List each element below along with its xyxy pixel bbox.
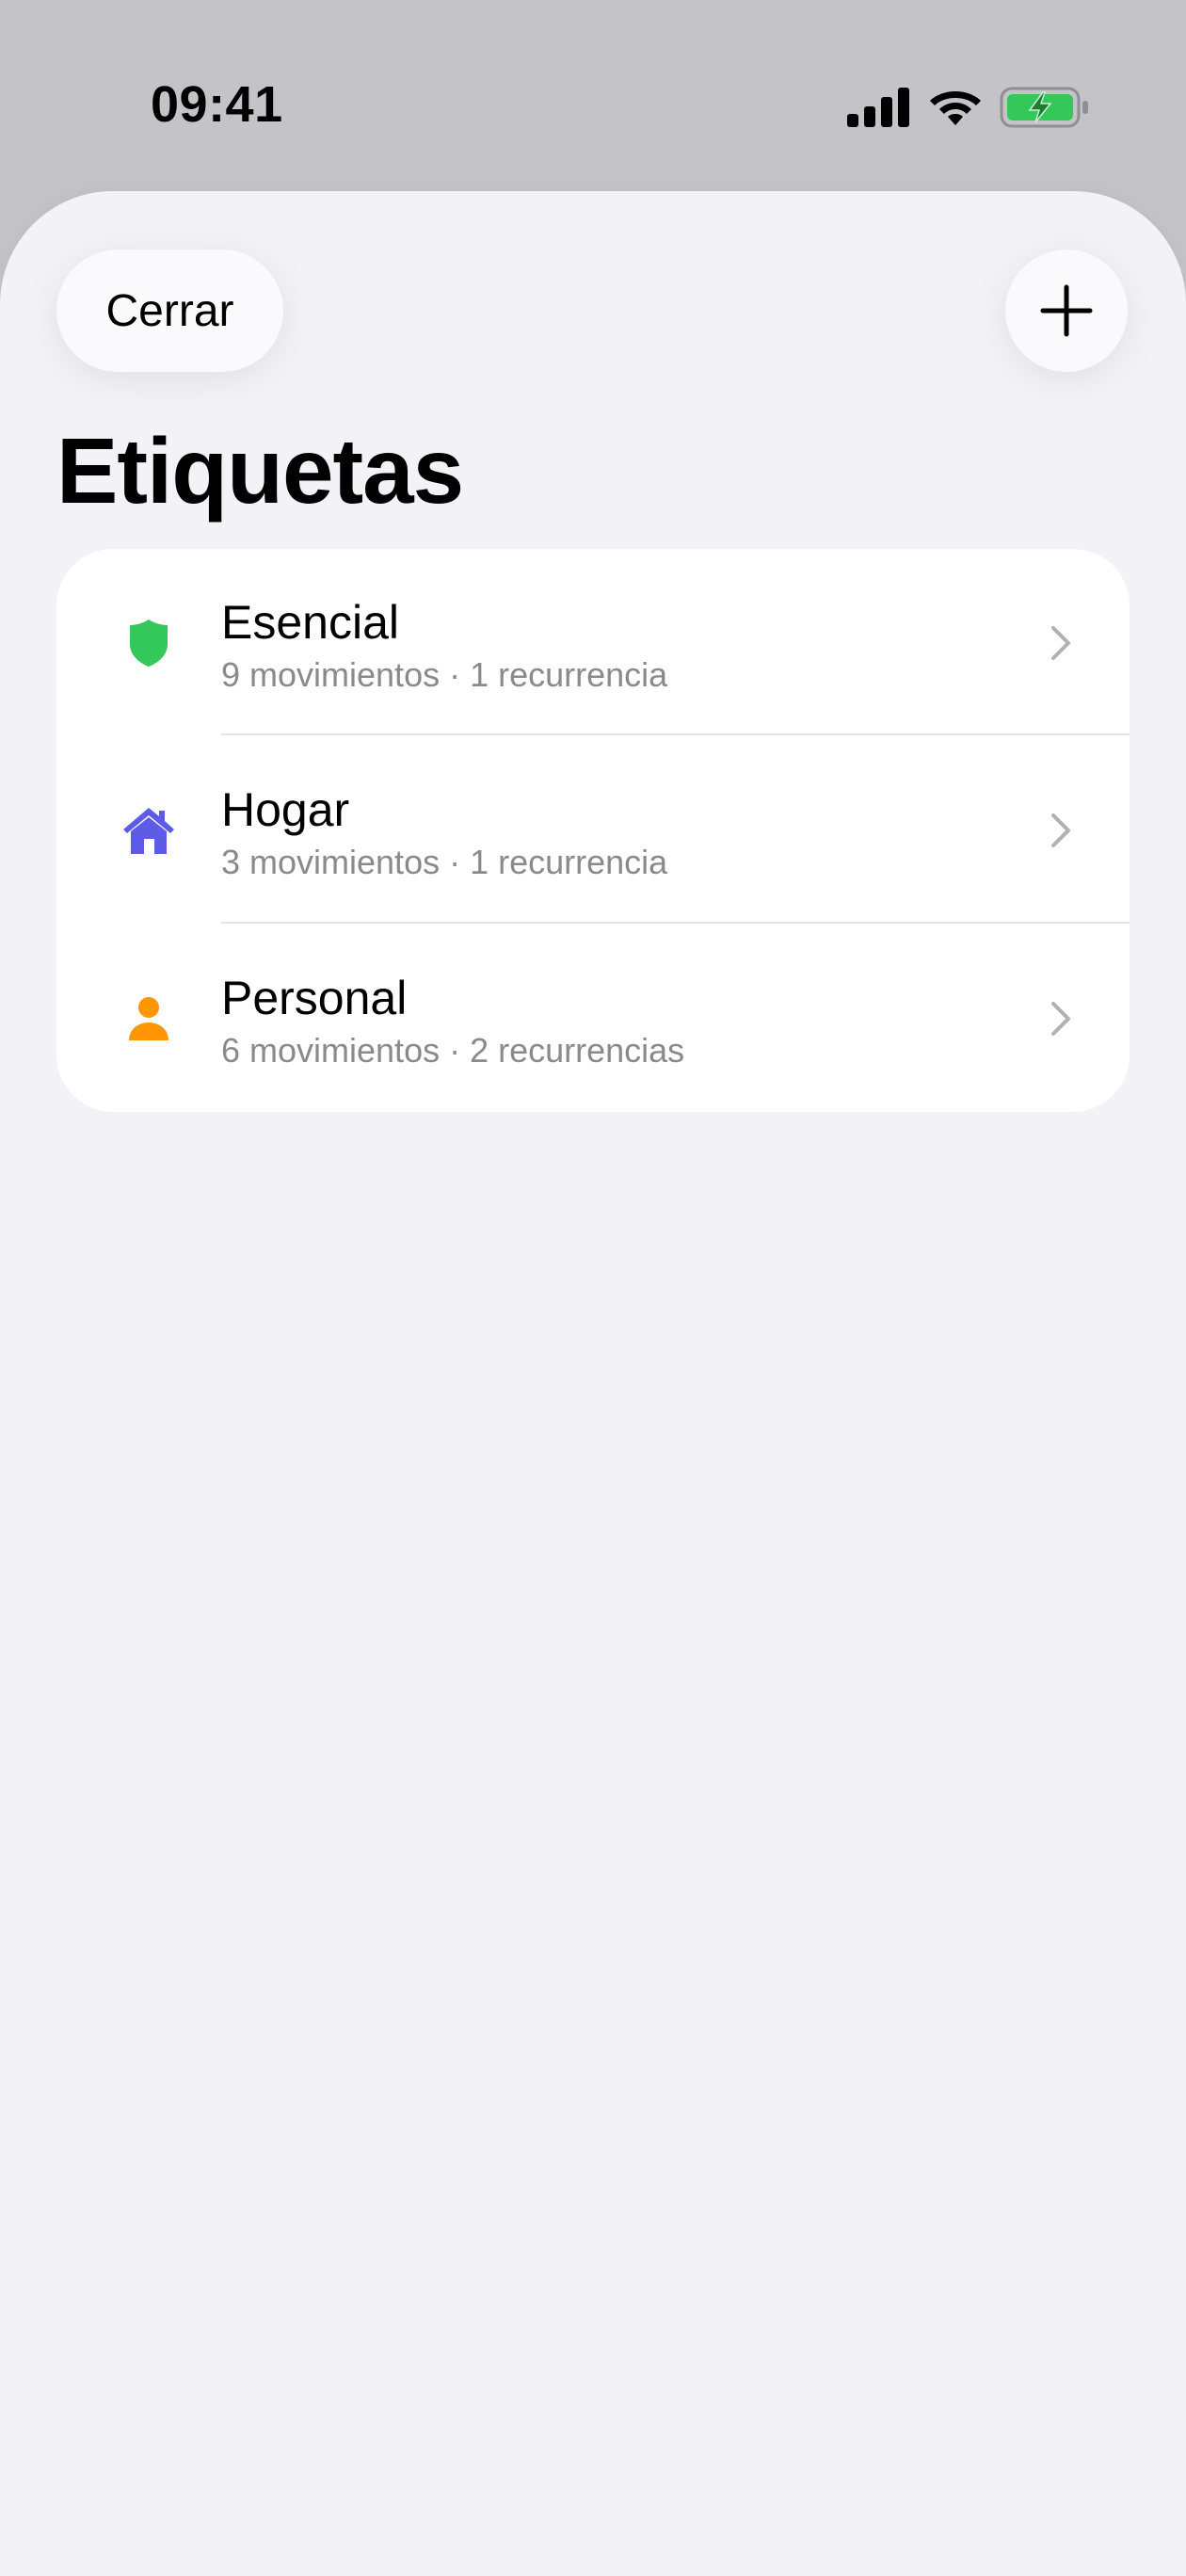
page-title: Etiquetas [56,419,464,523]
tag-name: Esencial [221,596,399,649]
person-icon [120,990,177,1047]
add-tag-button[interactable] [1005,250,1128,372]
plus-icon [1040,284,1093,337]
row-separator [221,733,1130,735]
battery-charging-icon [1000,87,1088,128]
chevron-right-icon [1051,626,1070,660]
shield-icon [120,615,177,671]
status-time: 09:41 [151,76,283,133]
tag-name: Personal [221,972,408,1024]
tags-list: Esencial 9 movimientos · 1 recurrencia H… [56,549,1130,1112]
house-icon [120,802,177,859]
chevron-right-icon [1051,1002,1070,1036]
close-button-label: Cerrar [105,285,234,336]
status-bar: 09:41 [0,0,1186,188]
tag-row-personal[interactable]: Personal 6 movimientos · 2 recurrencias [56,925,1130,1112]
tag-meta: 6 movimientos · 2 recurrencias [221,1031,685,1070]
tag-meta: 9 movimientos · 1 recurrencia [221,655,668,694]
tag-row-hogar[interactable]: Hogar 3 movimientos · 1 recurrencia [56,736,1130,924]
tag-name: Hogar [221,783,350,836]
close-button[interactable]: Cerrar [56,250,283,372]
chevron-right-icon [1051,813,1070,847]
tag-meta: 3 movimientos · 1 recurrencia [221,843,668,881]
status-icons [847,85,1090,130]
tag-row-esencial[interactable]: Esencial 9 movimientos · 1 recurrencia [56,549,1130,736]
cellular-signal-icon [847,88,909,127]
row-separator [221,922,1130,924]
wifi-icon [930,91,981,125]
